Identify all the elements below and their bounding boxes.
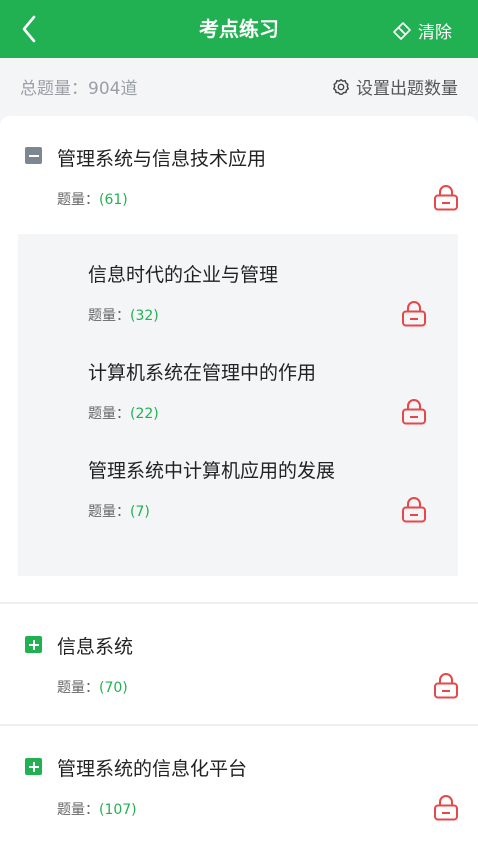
subcategory-title[interactable]: 信息时代的企业与管理 xyxy=(88,260,278,287)
question-count: 题量：(107) xyxy=(57,802,137,818)
lock-icon[interactable] xyxy=(432,184,460,212)
set-question-count-label: 设置出题数量 xyxy=(356,79,458,99)
clear-label: 清除 xyxy=(418,23,452,43)
subcategory-list: 信息时代的企业与管理 题量：(32) 计算机系统在管理中的作用 题量：(22) … xyxy=(18,234,458,576)
minus-square-icon xyxy=(28,154,39,157)
category-card: 管理系统与信息技术应用 题量：(61) 信息时代的企业与管理 题量：(32) 计… xyxy=(0,116,478,602)
question-count: 题量：(32) xyxy=(88,308,159,324)
category-title[interactable]: 信息系统 xyxy=(57,632,133,659)
lock-icon[interactable] xyxy=(432,794,460,822)
lock-icon[interactable] xyxy=(400,398,428,426)
subcategory-title[interactable]: 计算机系统在管理中的作用 xyxy=(88,358,316,385)
total-question-count: 总题量：904道 xyxy=(20,79,138,99)
lock-icon[interactable] xyxy=(400,300,428,328)
question-count: 题量：(70) xyxy=(57,680,128,696)
lock-icon[interactable] xyxy=(432,672,460,700)
question-count: 题量：(61) xyxy=(57,192,128,208)
clear-button[interactable]: 清除 xyxy=(392,18,452,43)
expand-toggle[interactable] xyxy=(25,636,42,653)
question-count: 题量：(7) xyxy=(88,504,150,520)
subcategory-title[interactable]: 管理系统中计算机应用的发展 xyxy=(88,456,335,483)
category-title[interactable]: 管理系统与信息技术应用 xyxy=(57,144,266,171)
question-count: 题量：(22) xyxy=(88,406,159,422)
eraser-icon xyxy=(393,21,411,40)
lock-icon[interactable] xyxy=(400,496,428,524)
category-title[interactable]: 管理系统的信息化平台 xyxy=(57,754,247,781)
category-card: 信息系统 题量：(70) xyxy=(0,604,478,724)
top-app-bar: 考点练习 清除 xyxy=(0,0,478,58)
summary-bar: 总题量：904道 设置出题数量 xyxy=(0,58,478,114)
category-card: 管理系统的信息化平台 题量：(107) xyxy=(0,726,478,850)
set-question-count-button[interactable]: 设置出题数量 xyxy=(332,74,458,99)
expand-toggle[interactable] xyxy=(25,758,42,775)
gear-icon xyxy=(332,78,350,95)
collapse-toggle[interactable] xyxy=(25,147,42,164)
